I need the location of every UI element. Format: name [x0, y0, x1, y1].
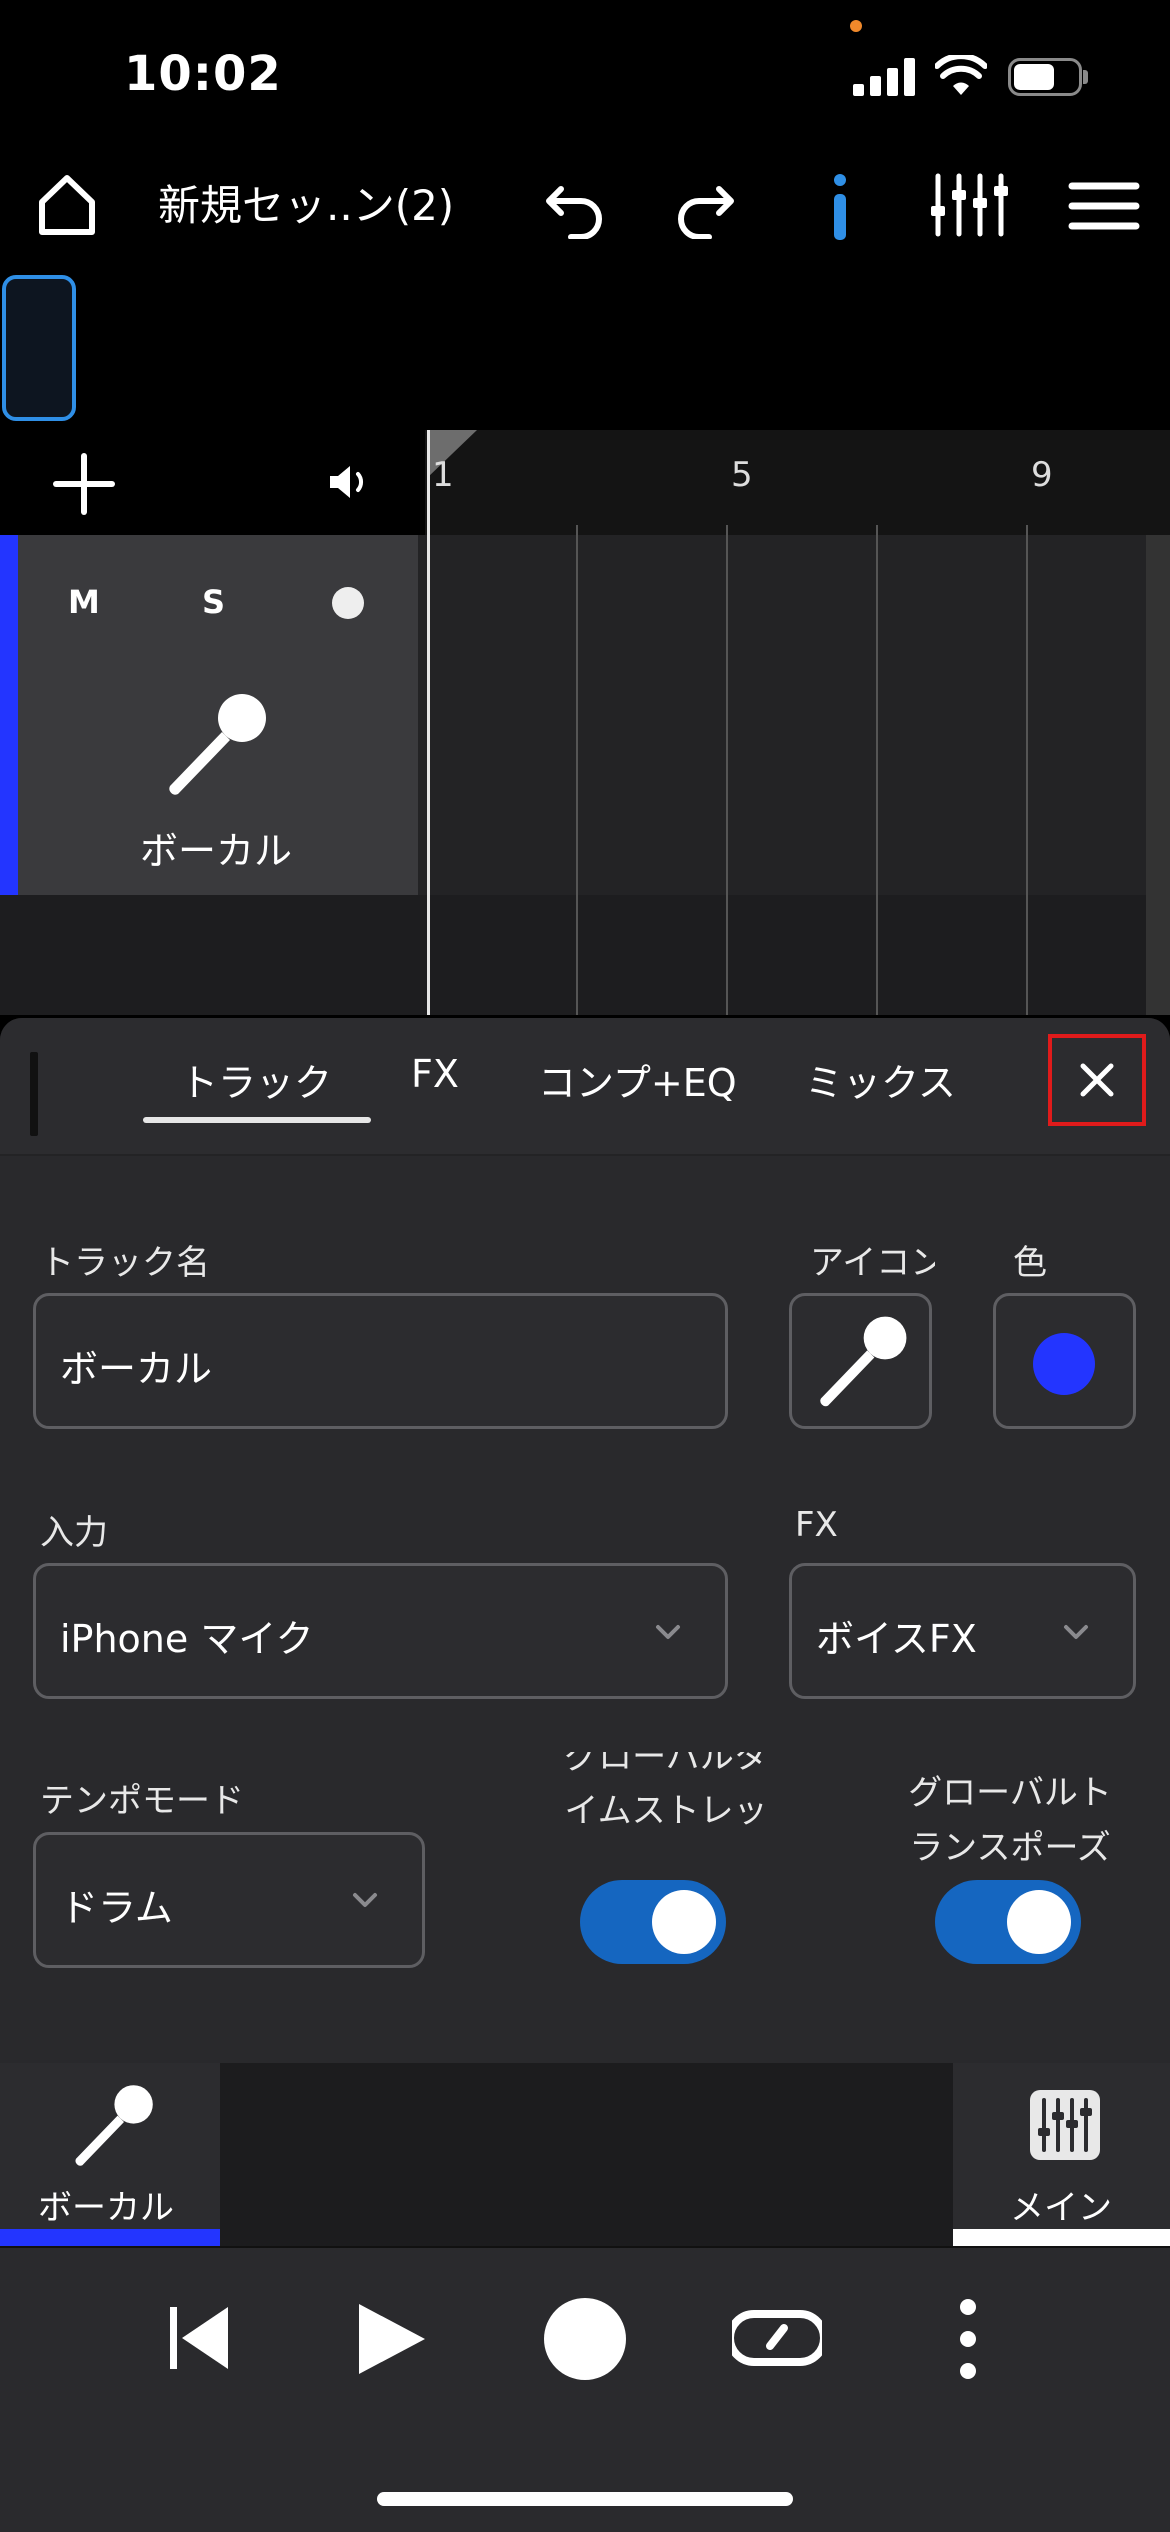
input-field-label: 入力: [40, 1513, 108, 1553]
overview-strip: [0, 270, 1170, 430]
status-time: 10:02: [124, 46, 282, 102]
global-stretch-toggle[interactable]: [580, 1880, 726, 1964]
global-stretch-label-line1: グローバルタ: [564, 1752, 768, 1777]
track-overview-thumb[interactable]: [2, 275, 76, 421]
grid-line: [576, 525, 578, 1015]
close-panel-button[interactable]: [1048, 1034, 1146, 1126]
global-transpose-toggle[interactable]: [935, 1880, 1081, 1964]
info-icon[interactable]: [828, 174, 852, 240]
transport-bar: [0, 2246, 1170, 2532]
chevron-down-icon: [1064, 1625, 1088, 1639]
lane-scroll-edge: [1146, 535, 1170, 1015]
record-arm-button[interactable]: [332, 587, 364, 619]
track-name-value: ボーカル: [60, 1347, 213, 1391]
undo-icon[interactable]: [543, 175, 607, 239]
tab-mix[interactable]: ミックス: [805, 1052, 956, 1107]
skip-back-icon[interactable]: [168, 2305, 230, 2371]
fx-field-label: FX: [795, 1505, 838, 1545]
grid-line: [876, 525, 878, 1015]
icon-field-label: アイコン: [810, 1243, 935, 1283]
microphone-icon: [75, 2085, 153, 2166]
tempo-mode-value: ドラム: [60, 1886, 173, 1930]
speaker-icon[interactable]: [328, 462, 372, 502]
global-transpose-label-line2: ランスポーズ: [909, 1828, 1111, 1868]
tab-fx[interactable]: FX: [411, 1052, 459, 1096]
color-field-label: 色: [1013, 1243, 1047, 1283]
ruler-mark: 5: [731, 455, 753, 495]
redo-icon[interactable]: [673, 175, 737, 239]
ruler-mark: 9: [1031, 455, 1053, 495]
ruler-mark: 1: [432, 455, 454, 495]
mic-indicator-dot: [850, 20, 862, 32]
track-name-label: ボーカル: [140, 829, 293, 873]
track-color-bar: [0, 535, 18, 895]
microphone-icon: [169, 694, 266, 795]
close-icon: [1080, 1063, 1114, 1097]
mixer-icon[interactable]: [930, 172, 1010, 238]
battery-icon: [1008, 58, 1088, 96]
wifi-icon: [935, 55, 987, 95]
input-select-value: iPhone マイク: [60, 1617, 314, 1661]
global-stretch-label-line2: イムストレッ: [564, 1791, 768, 1831]
fx-select-value: ボイスFX: [816, 1617, 977, 1661]
microphone-icon: [820, 1316, 907, 1407]
track-tile-vocal-label: ボーカル: [38, 2188, 174, 2228]
chevron-down-icon: [353, 1893, 377, 1907]
color-swatch: [1033, 1333, 1095, 1395]
playhead-line: [427, 430, 430, 1015]
home-indicator: [377, 2492, 793, 2506]
grid-line: [1026, 525, 1028, 1015]
empty-lane[interactable]: [0, 895, 1146, 1015]
global-transpose-label-line1: グローバルト: [908, 1773, 1112, 1813]
mixer-console-icon: [1030, 2090, 1100, 2160]
play-icon[interactable]: [357, 2302, 427, 2376]
session-title[interactable]: 新規セッ..ン(2): [158, 172, 454, 233]
more-icon[interactable]: [957, 2298, 979, 2380]
home-icon[interactable]: [36, 172, 98, 238]
timeline-ruler[interactable]: [425, 430, 1170, 535]
track-tile-main-indicator: [953, 2229, 1170, 2246]
tempo-mode-label: テンポモード: [40, 1781, 244, 1821]
solo-button[interactable]: S: [202, 583, 225, 621]
active-tab-indicator: [143, 1117, 371, 1123]
record-icon[interactable]: [544, 2298, 626, 2380]
chevron-down-icon: [656, 1625, 680, 1639]
add-track-icon[interactable]: [52, 452, 116, 516]
tab-comp-eq[interactable]: コンプ+EQ: [538, 1052, 737, 1107]
global-stretch-label-clip: グローバルタ イムストレッ: [520, 1752, 790, 1836]
menu-icon[interactable]: [1068, 180, 1140, 232]
panel-drag-handle[interactable]: [30, 1052, 38, 1136]
tab-track[interactable]: トラック: [180, 1052, 332, 1107]
track-lane[interactable]: [418, 535, 1146, 895]
cellular-signal-icon: [853, 58, 915, 96]
track-tile-vocal-color: [0, 2229, 220, 2246]
grid-line: [726, 525, 728, 1015]
loop-icon[interactable]: [732, 2306, 822, 2370]
mute-button[interactable]: M: [68, 583, 100, 621]
track-name-field-label: トラック名: [40, 1243, 210, 1283]
track-tile-main-label: メイン: [1010, 2188, 1112, 2228]
